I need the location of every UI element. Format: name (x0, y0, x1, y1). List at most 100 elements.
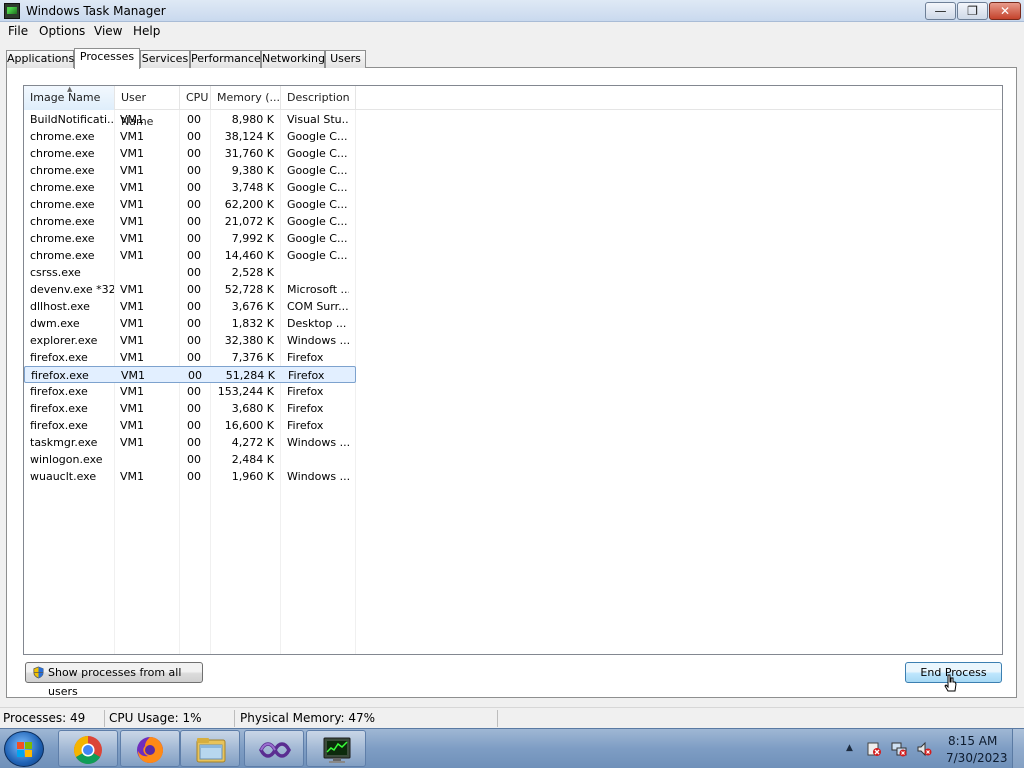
table-row[interactable]: chrome.exe VM1 00 31,760 K Google C... (24, 145, 356, 162)
taskbar-visual-studio[interactable] (244, 730, 304, 767)
column-cpu[interactable]: CPU (180, 86, 211, 110)
table-row[interactable]: firefox.exe VM1 00 51,284 K Firefox (24, 366, 356, 383)
tab-networking[interactable]: Networking (261, 50, 325, 68)
volume-muted-icon[interactable] (916, 741, 932, 757)
process-memory-cell: 1,960 K (231, 470, 274, 483)
column-user-name[interactable]: User Name (115, 86, 180, 128)
process-memory-cell: 14,460 K (224, 249, 274, 262)
file-explorer-icon (196, 738, 226, 763)
visual-studio-icon (259, 742, 291, 758)
process-cpu-cell: 00 (187, 113, 201, 126)
process-cpu-cell: 00 (187, 164, 201, 177)
table-row[interactable]: chrome.exe VM1 00 62,200 K Google C... (24, 196, 356, 213)
taskbar-firefox[interactable] (120, 730, 180, 767)
window-title: Windows Task Manager (26, 4, 166, 18)
action-center-icon[interactable] (866, 741, 882, 757)
taskbar-chrome[interactable] (58, 730, 118, 767)
process-name-cell: devenv.exe *32 (30, 283, 114, 296)
menu-view[interactable]: View (92, 24, 124, 38)
show-all-users-button[interactable]: Show processes from all users (25, 662, 203, 698)
menu-options[interactable]: Options (37, 24, 87, 38)
tab-users[interactable]: Users (325, 50, 366, 68)
taskbar-task-manager[interactable] (306, 730, 366, 767)
minimize-button[interactable]: — (925, 2, 956, 20)
windows-logo-icon (17, 742, 33, 758)
table-row[interactable]: chrome.exe VM1 00 9,380 K Google C... (24, 162, 356, 179)
chrome-icon (74, 736, 102, 764)
process-description-cell: Desktop ... (287, 317, 347, 330)
process-name-cell: winlogon.exe (30, 453, 103, 466)
table-row[interactable]: wuauclt.exe VM1 00 1,960 K Windows ... (24, 468, 356, 485)
process-name-cell: firefox.exe (30, 351, 88, 364)
process-name-cell: chrome.exe (30, 232, 95, 245)
table-row[interactable]: devenv.exe *32 VM1 00 52,728 K Microsoft ... (24, 281, 356, 298)
menu-bar: File Options View Help (0, 22, 1024, 42)
table-row[interactable]: winlogon.exe 00 2,484 K (24, 451, 356, 468)
show-hidden-icons-button[interactable]: ▲ (846, 743, 853, 753)
table-row[interactable]: firefox.exe VM1 00 153,244 K Firefox (24, 383, 356, 400)
process-cpu-cell: 00 (187, 198, 201, 211)
process-memory-cell: 2,528 K (231, 266, 274, 279)
column-description[interactable]: Description (281, 86, 356, 110)
taskbar-explorer[interactable] (180, 730, 240, 767)
column-image-name-label: Image Name (30, 91, 101, 104)
process-memory-cell: 38,124 K (224, 130, 274, 143)
process-name-cell: chrome.exe (30, 164, 95, 177)
start-button[interactable] (4, 731, 44, 767)
table-row[interactable]: chrome.exe VM1 00 7,992 K Google C... (24, 230, 356, 247)
status-bar: Processes: 49 CPU Usage: 1% Physical Mem… (0, 707, 1024, 728)
process-cpu-cell: 00 (187, 385, 201, 398)
menu-help[interactable]: Help (131, 24, 162, 38)
process-cpu-cell: 00 (187, 453, 201, 466)
network-icon[interactable] (891, 741, 907, 757)
process-name-cell: chrome.exe (30, 198, 95, 211)
process-memory-cell: 9,380 K (231, 164, 274, 177)
process-list[interactable]: ▲ Image Name User Name CPU Memory (... D… (23, 85, 1003, 655)
status-processes: Processes: 49 (3, 711, 86, 725)
uac-shield-icon (33, 666, 44, 679)
process-user-cell: VM1 (120, 351, 145, 364)
process-name-cell: dllhost.exe (30, 300, 90, 313)
process-description-cell: Firefox (287, 402, 324, 415)
column-image-name[interactable]: ▲ Image Name (24, 86, 115, 110)
tab-applications[interactable]: Applications (6, 50, 74, 68)
process-description-cell: Windows ... (287, 470, 349, 483)
minimize-icon: — (934, 4, 947, 18)
process-name-cell: chrome.exe (30, 147, 95, 160)
process-name-cell: taskmgr.exe (30, 436, 98, 449)
show-desktop-button[interactable] (1012, 729, 1024, 768)
process-user-cell: VM1 (120, 215, 145, 228)
process-cpu-cell: 00 (187, 130, 201, 143)
tab-processes[interactable]: Processes (74, 48, 140, 69)
tab-services[interactable]: Services (140, 50, 190, 68)
table-row[interactable]: chrome.exe VM1 00 3,748 K Google C... (24, 179, 356, 196)
table-row[interactable]: csrss.exe 00 2,528 K (24, 264, 356, 281)
table-row[interactable]: dllhost.exe VM1 00 3,676 K COM Surr... (24, 298, 356, 315)
process-memory-cell: 21,072 K (224, 215, 274, 228)
status-physical-memory: Physical Memory: 47% (240, 711, 376, 725)
process-name-cell: chrome.exe (30, 249, 95, 262)
process-description-cell: Firefox (287, 351, 324, 364)
process-user-cell: VM1 (120, 130, 145, 143)
clock-date[interactable]: 7/30/2023 (946, 751, 1008, 765)
table-row[interactable]: explorer.exe VM1 00 32,380 K Windows ... (24, 332, 356, 349)
table-row[interactable]: firefox.exe VM1 00 7,376 K Firefox (24, 349, 356, 366)
table-row[interactable]: firefox.exe VM1 00 3,680 K Firefox (24, 400, 356, 417)
menu-file[interactable]: File (6, 24, 30, 38)
close-button[interactable]: ✕ (989, 2, 1021, 20)
table-row[interactable]: dwm.exe VM1 00 1,832 K Desktop ... (24, 315, 356, 332)
process-name-cell: firefox.exe (31, 369, 89, 382)
table-row[interactable]: chrome.exe VM1 00 14,460 K Google C... (24, 247, 356, 264)
restore-button[interactable]: ❐ (957, 2, 988, 20)
table-row[interactable]: chrome.exe VM1 00 21,072 K Google C... (24, 213, 356, 230)
table-row[interactable]: taskmgr.exe VM1 00 4,272 K Windows ... (24, 434, 356, 451)
process-description-cell: Google C... (287, 232, 348, 245)
clock-time[interactable]: 8:15 AM (948, 734, 997, 748)
taskbar: ▲ 8:15 AM 7/30/2023 (0, 728, 1024, 768)
process-description-cell: Google C... (287, 198, 348, 211)
column-memory[interactable]: Memory (... (211, 86, 281, 110)
table-row[interactable]: chrome.exe VM1 00 38,124 K Google C... (24, 128, 356, 145)
table-row[interactable]: firefox.exe VM1 00 16,600 K Firefox (24, 417, 356, 434)
tab-performance[interactable]: Performance (190, 50, 261, 68)
table-row[interactable]: BuildNotificati... VM1 00 8,980 K Visual Stu… (24, 111, 356, 128)
